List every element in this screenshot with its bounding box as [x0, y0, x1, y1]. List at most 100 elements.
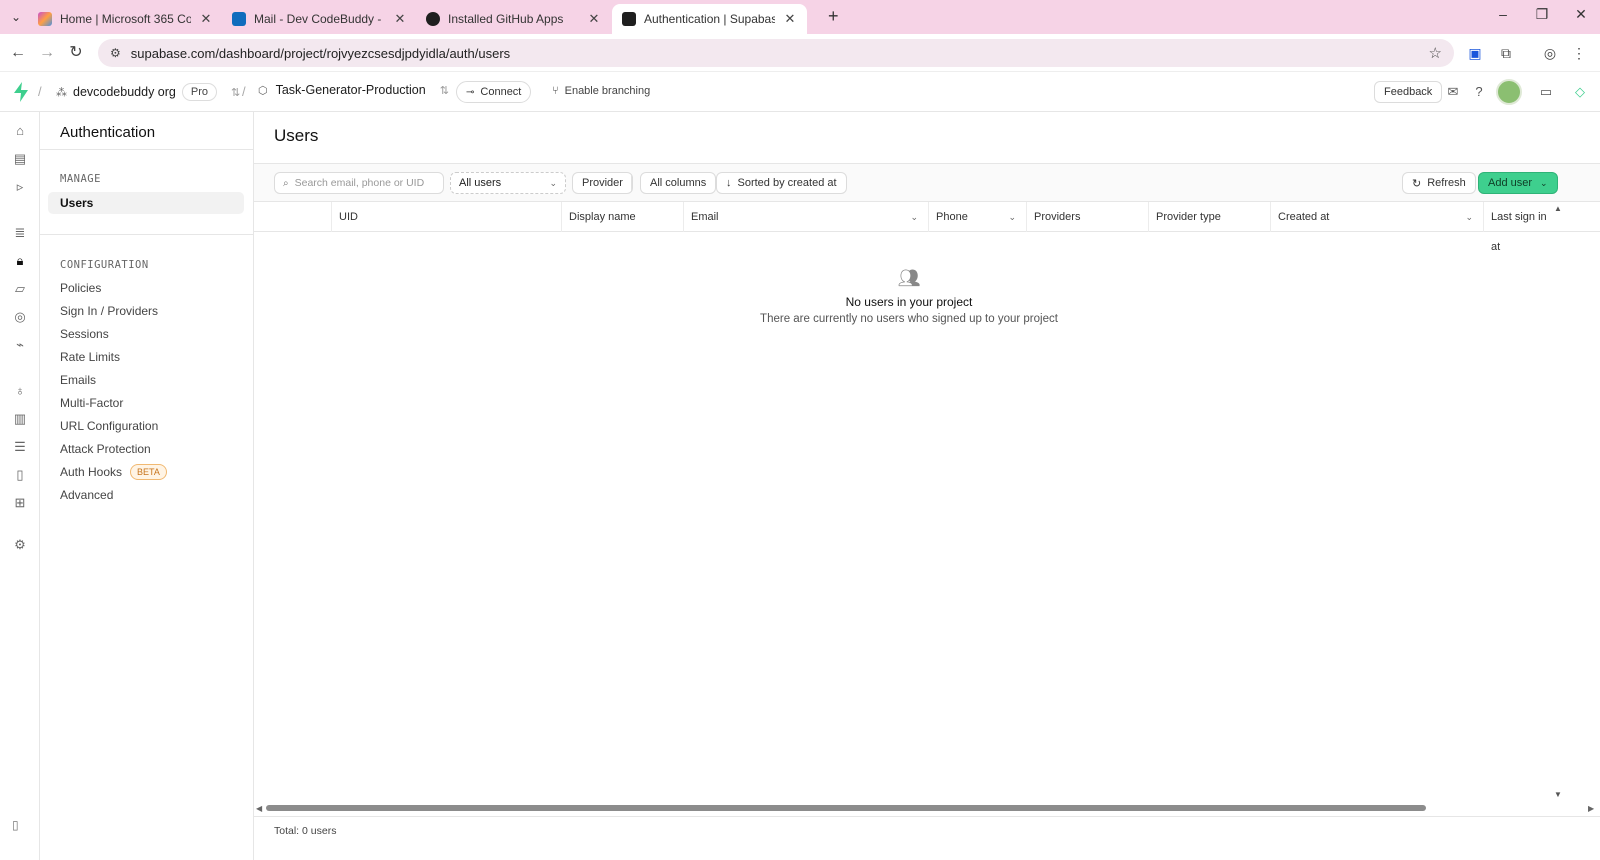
- scrollbar-thumb[interactable]: [266, 805, 1426, 811]
- connect-button[interactable]: ⊸ Connect: [456, 81, 532, 103]
- browser-tab[interactable]: Mail - Dev CodeBuddy - Outlook ✕: [222, 4, 417, 34]
- column-header-providers[interactable]: Providers: [1027, 202, 1149, 232]
- sidebar-item-policies[interactable]: Policies: [48, 277, 244, 299]
- refresh-icon: ↻: [1412, 177, 1422, 190]
- logs-list-icon[interactable]: ☰: [11, 438, 29, 456]
- reload-icon[interactable]: ↻: [66, 43, 86, 63]
- close-icon[interactable]: ✕: [587, 11, 601, 27]
- chevron-updown-icon[interactable]: ⇅: [440, 84, 449, 97]
- supabase-logo-icon[interactable]: [12, 82, 30, 102]
- all-columns-button[interactable]: All columns: [640, 172, 717, 194]
- sql-editor-icon[interactable]: ▹: [11, 178, 29, 196]
- auth-lock-icon[interactable]: 🔒︎: [11, 252, 29, 270]
- terminal-icon[interactable]: ▭: [1538, 84, 1554, 100]
- empty-subtitle: There are currently no users who signed …: [760, 313, 1058, 325]
- sidebar-item-emails[interactable]: Emails: [48, 369, 244, 391]
- close-icon[interactable]: ✕: [783, 11, 797, 27]
- table-editor-icon[interactable]: ▤: [11, 150, 29, 168]
- settings-gear-icon[interactable]: ⚙: [11, 536, 29, 554]
- edge-functions-icon[interactable]: ⌁: [11, 336, 29, 354]
- column-header-created-at[interactable]: Created at ⌄: [1271, 202, 1484, 232]
- close-icon[interactable]: ✕: [199, 11, 213, 27]
- column-header-uid[interactable]: UID: [332, 202, 562, 232]
- browser-tab[interactable]: Installed GitHub Apps ✕: [416, 4, 611, 34]
- empty-title: No users in your project: [845, 295, 973, 309]
- tab-title: Mail - Dev CodeBuddy - Outlook: [254, 12, 385, 26]
- add-user-button[interactable]: Add user ⌄: [1478, 172, 1558, 194]
- sidebar-item-advanced[interactable]: Advanced: [48, 484, 244, 506]
- site-info-icon[interactable]: ⚙: [110, 46, 121, 60]
- forward-icon[interactable]: →: [37, 43, 57, 63]
- column-header-last-sign-in[interactable]: Last sign in at: [1484, 202, 1564, 253]
- minimize-icon[interactable]: –: [1488, 6, 1518, 22]
- close-icon[interactable]: ✕: [393, 11, 407, 27]
- tab-search-icon[interactable]: ⌄: [6, 8, 26, 26]
- scroll-right-arrow-icon[interactable]: ▶: [1588, 804, 1594, 813]
- org-selector[interactable]: ⁂ devcodebuddy org Pro ⇅: [56, 83, 240, 101]
- api-docs-icon[interactable]: ▯: [11, 466, 29, 484]
- sidebar-item-multi-factor[interactable]: Multi-Factor: [48, 392, 244, 414]
- search-input[interactable]: [294, 177, 425, 189]
- sidebar-item-sign-in-providers[interactable]: Sign In / Providers: [48, 300, 244, 322]
- column-header-email[interactable]: Email ⌄: [684, 202, 929, 232]
- back-icon[interactable]: ←: [8, 43, 28, 63]
- chevron-down-icon[interactable]: ⌄: [1465, 202, 1473, 232]
- extensions-puzzle-icon[interactable]: ⧉: [1497, 44, 1515, 62]
- realtime-icon[interactable]: ◎: [11, 308, 29, 326]
- column-header-provider-type[interactable]: Provider type: [1149, 202, 1271, 232]
- sort-button[interactable]: ↓ Sorted by created at: [716, 172, 847, 194]
- chevron-updown-icon[interactable]: ⇅: [231, 86, 240, 99]
- window-close-icon[interactable]: ✕: [1566, 6, 1596, 23]
- inbox-icon[interactable]: ✉: [1445, 84, 1461, 100]
- scroll-down-arrow-icon[interactable]: ▼: [1554, 790, 1562, 799]
- advisors-bulb-icon[interactable]: ♁: [11, 382, 29, 400]
- new-tab-icon[interactable]: +: [828, 6, 839, 27]
- sidebar-item-users[interactable]: Users: [48, 192, 244, 214]
- url-text: supabase.com/dashboard/project/rojvyezcs…: [130, 45, 511, 61]
- reports-icon[interactable]: ▥: [11, 410, 29, 428]
- chevron-down-icon: ⌄: [549, 177, 557, 188]
- home-icon[interactable]: ⌂: [11, 122, 29, 140]
- provider-filter-button[interactable]: Provider: [572, 172, 633, 194]
- database-icon[interactable]: ≣: [11, 224, 29, 242]
- column-header-phone[interactable]: Phone ⌄: [929, 202, 1027, 232]
- sidebar-item-auth-hooks[interactable]: Auth Hooks BETA: [48, 461, 244, 483]
- enable-branching-button[interactable]: ⑂ Enable branching: [552, 85, 650, 97]
- sidebar-item-url-configuration[interactable]: URL Configuration: [48, 415, 244, 437]
- storage-icon[interactable]: ▱: [11, 280, 29, 298]
- sidebar-item-rate-limits[interactable]: Rate Limits: [48, 346, 244, 368]
- sidebar-item-label: Policies: [60, 281, 102, 295]
- sidebar-item-label: Users: [60, 196, 94, 210]
- browser-tab[interactable]: Home | Microsoft 365 Copilot ✕: [28, 4, 223, 34]
- restore-icon[interactable]: ❐: [1527, 6, 1557, 23]
- chevron-down-icon[interactable]: ⌄: [1008, 202, 1016, 232]
- toolbar-divider: [631, 174, 632, 192]
- advisor-icon[interactable]: ◇: [1572, 84, 1588, 100]
- avatar[interactable]: [1496, 79, 1522, 105]
- extension-icon[interactable]: ▣: [1466, 44, 1484, 62]
- chevron-down-icon[interactable]: ⌄: [910, 202, 918, 232]
- copilot-icon: [38, 12, 52, 26]
- help-icon[interactable]: ?: [1471, 84, 1487, 99]
- scroll-left-arrow-icon[interactable]: ◀: [256, 804, 262, 813]
- horizontal-scrollbar[interactable]: ◀ ▶: [254, 802, 1600, 814]
- github-icon: [426, 12, 440, 26]
- collapse-sidebar-icon[interactable]: ▯: [12, 818, 19, 832]
- project-selector[interactable]: ⬡ Task-Generator-Production ⇅: [258, 83, 449, 97]
- sidebar-item-attack-protection[interactable]: Attack Protection: [48, 438, 244, 460]
- sidebar-item-sessions[interactable]: Sessions: [48, 323, 244, 345]
- search-box[interactable]: ⌕: [274, 172, 444, 194]
- refresh-button[interactable]: ↻ Refresh: [1402, 172, 1476, 194]
- bookmark-star-icon[interactable]: ☆: [1429, 44, 1442, 62]
- browser-tab-active[interactable]: Authentication | Supabase ✕: [612, 4, 807, 34]
- column-label: Last sign in at: [1491, 211, 1547, 253]
- profile-icon[interactable]: ◎: [1541, 44, 1559, 62]
- user-filter-dropdown[interactable]: All users ⌄: [450, 172, 566, 194]
- column-header-display-name[interactable]: Display name: [562, 202, 684, 232]
- feedback-button[interactable]: Feedback: [1374, 81, 1443, 103]
- browser-menu-icon[interactable]: ⋮: [1570, 44, 1588, 62]
- add-user-label: Add user: [1488, 177, 1533, 189]
- scroll-up-arrow-icon[interactable]: ▲: [1554, 204, 1562, 213]
- url-field[interactable]: ⚙ supabase.com/dashboard/project/rojvyez…: [98, 39, 1454, 67]
- integrations-icon[interactable]: ⊞: [11, 494, 29, 512]
